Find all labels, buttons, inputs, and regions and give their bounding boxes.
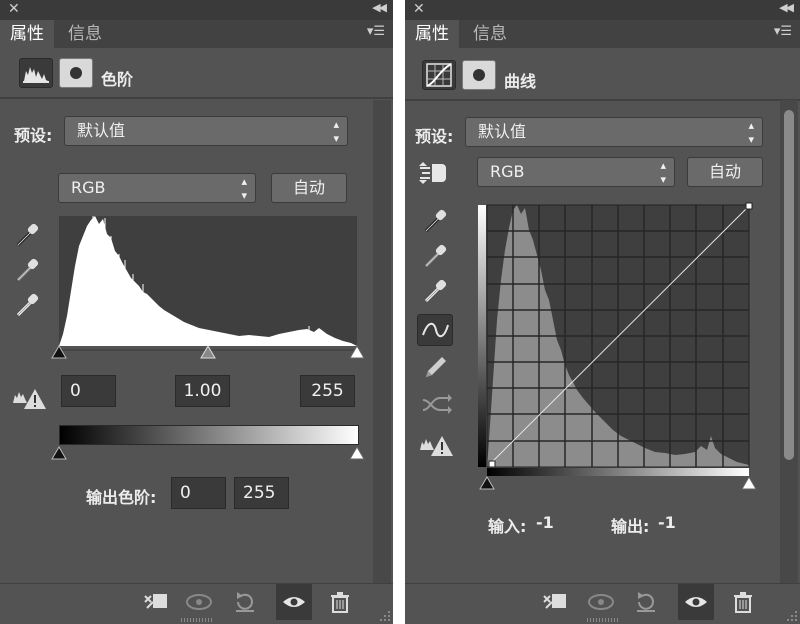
gray-point-eyedropper-icon[interactable] (423, 241, 449, 269)
scrollbar[interactable] (780, 100, 798, 584)
visibility-eye-icon[interactable] (678, 584, 714, 620)
preset-dropdown[interactable]: 默认值 ▴ ▾ (465, 117, 763, 147)
clipping-warning-icon[interactable] (420, 434, 454, 458)
panel-titlebar: ✕ ◀◀ (405, 0, 800, 20)
input-levels-slider[interactable] (51, 344, 367, 362)
output-levels-label: 输出色阶: (86, 488, 157, 507)
auto-button[interactable]: 自动 (687, 157, 763, 187)
output-gradient-bar (59, 425, 359, 445)
levels-histogram (59, 216, 357, 346)
tab-properties[interactable]: 属性 (405, 20, 459, 48)
preset-label: 预设: (14, 126, 53, 145)
channel-value: RGB (490, 162, 525, 181)
input-white-field[interactable]: 255 (300, 375, 355, 407)
curves-properties-panel: ✕ ◀◀ 属性 信息 ▾☰ 曲线 预设: 默认值 ▴▾ RGB ▴▾ 自动 (405, 0, 800, 624)
on-image-adjust-icon[interactable] (418, 160, 452, 186)
input-black-handle (51, 345, 67, 359)
input-white-handle (349, 345, 365, 359)
input-label: 输入: (488, 517, 527, 536)
collapse-icon[interactable]: ◀◀ (372, 1, 387, 14)
reset-icon[interactable] (628, 584, 664, 620)
output-black-handle (51, 446, 67, 460)
output-value: -1 (658, 513, 676, 532)
pencil-draw-icon[interactable] (422, 353, 448, 381)
panel-menu-icon[interactable]: ▾☰ (774, 24, 792, 39)
input-black-handle (479, 476, 495, 490)
white-point-eyedropper-icon[interactable] (423, 276, 449, 304)
close-icon[interactable]: ✕ (413, 1, 425, 17)
preset-value: 默认值 (478, 122, 527, 141)
black-point-eyedropper-icon[interactable] (15, 220, 41, 248)
output-levels-slider[interactable] (51, 445, 367, 463)
preset-label: 预设: (415, 127, 454, 146)
scrollbar-thumb[interactable] (377, 108, 387, 578)
trash-icon[interactable] (725, 584, 761, 620)
channel-dropdown[interactable]: RGB ▴ ▾ (477, 157, 675, 187)
tab-bar: 属性 信息 ▾☰ (0, 20, 393, 48)
input-value: -1 (536, 513, 554, 532)
output-label: 输出: (611, 517, 650, 536)
curves-graph[interactable] (475, 200, 755, 480)
output-white-handle (349, 446, 365, 460)
clip-to-layer-icon[interactable] (137, 584, 173, 620)
output-black-field[interactable]: 0 (171, 477, 226, 509)
clipping-warning-icon[interactable] (13, 387, 47, 411)
panel-menu-icon[interactable]: ▾☰ (367, 24, 385, 39)
panel-titlebar: ✕ ◀◀ (0, 0, 393, 20)
close-icon[interactable]: ✕ (8, 1, 20, 17)
resize-grip[interactable] (180, 618, 213, 622)
white-point-eyedropper-icon[interactable] (15, 290, 41, 318)
curve-point-black (488, 460, 496, 468)
clip-to-layer-icon[interactable] (536, 584, 572, 620)
input-gamma-handle (200, 345, 216, 359)
dropdown-arrows-icon: ▴ ▾ (333, 118, 339, 145)
panel-footer (0, 583, 393, 624)
visibility-eye-icon[interactable] (276, 584, 312, 620)
panel-footer (405, 583, 800, 624)
curve-point-white (745, 202, 753, 210)
channel-value: RGB (71, 178, 106, 197)
view-previous-icon[interactable] (181, 584, 217, 620)
curve-edit-points-icon[interactable] (417, 314, 453, 346)
tab-info[interactable]: 信息 (58, 20, 112, 48)
scrollbar[interactable] (373, 100, 391, 584)
input-gamma-field[interactable]: 1.00 (175, 375, 230, 407)
trash-icon[interactable] (322, 584, 358, 620)
gray-point-eyedropper-icon[interactable] (15, 255, 41, 283)
view-previous-icon[interactable] (583, 584, 619, 620)
divider (405, 99, 800, 101)
curves-input-slider[interactable] (477, 475, 767, 493)
auto-button[interactable]: 自动 (271, 173, 347, 203)
adjustment-title: 曲线 (504, 72, 537, 91)
preset-dropdown[interactable]: 默认值 ▴ ▾ (64, 116, 348, 146)
input-white-handle (741, 476, 757, 490)
output-white-field[interactable]: 255 (234, 477, 289, 509)
corner-grip-icon[interactable] (379, 610, 391, 622)
reset-icon[interactable] (227, 584, 263, 620)
histogram-graph (59, 216, 357, 346)
dropdown-arrows-icon: ▴ ▾ (241, 175, 247, 202)
resize-grip[interactable] (586, 618, 619, 622)
dropdown-arrows-icon: ▴ ▾ (748, 119, 754, 146)
levels-properties-panel: ✕ ◀◀ 属性 信息 ▾☰ 色阶 预设: 默认值 ▴▾ RGB ▴▾ 自动 (0, 0, 393, 624)
dropdown-arrows-icon: ▴ ▾ (660, 159, 666, 186)
tab-info[interactable]: 信息 (463, 20, 517, 48)
layer-mask-icon[interactable] (462, 60, 496, 90)
adjustment-title: 色阶 (101, 70, 134, 89)
levels-adjustment-icon[interactable] (19, 58, 53, 88)
scrollbar-thumb[interactable] (784, 110, 794, 460)
preset-value: 默认值 (77, 121, 126, 140)
curves-adjustment-icon[interactable] (422, 60, 456, 90)
divider (0, 97, 393, 99)
channel-dropdown[interactable]: RGB ▴ ▾ (58, 173, 256, 203)
black-point-eyedropper-icon[interactable] (423, 206, 449, 234)
tab-bar: 属性 信息 ▾☰ (405, 20, 800, 48)
smooth-curve-icon[interactable] (420, 390, 452, 418)
input-black-field[interactable]: 0 (61, 375, 116, 407)
corner-grip-icon[interactable] (786, 610, 798, 622)
layer-mask-icon[interactable] (59, 58, 93, 88)
tab-properties[interactable]: 属性 (0, 20, 54, 48)
collapse-icon[interactable]: ◀◀ (779, 1, 794, 14)
